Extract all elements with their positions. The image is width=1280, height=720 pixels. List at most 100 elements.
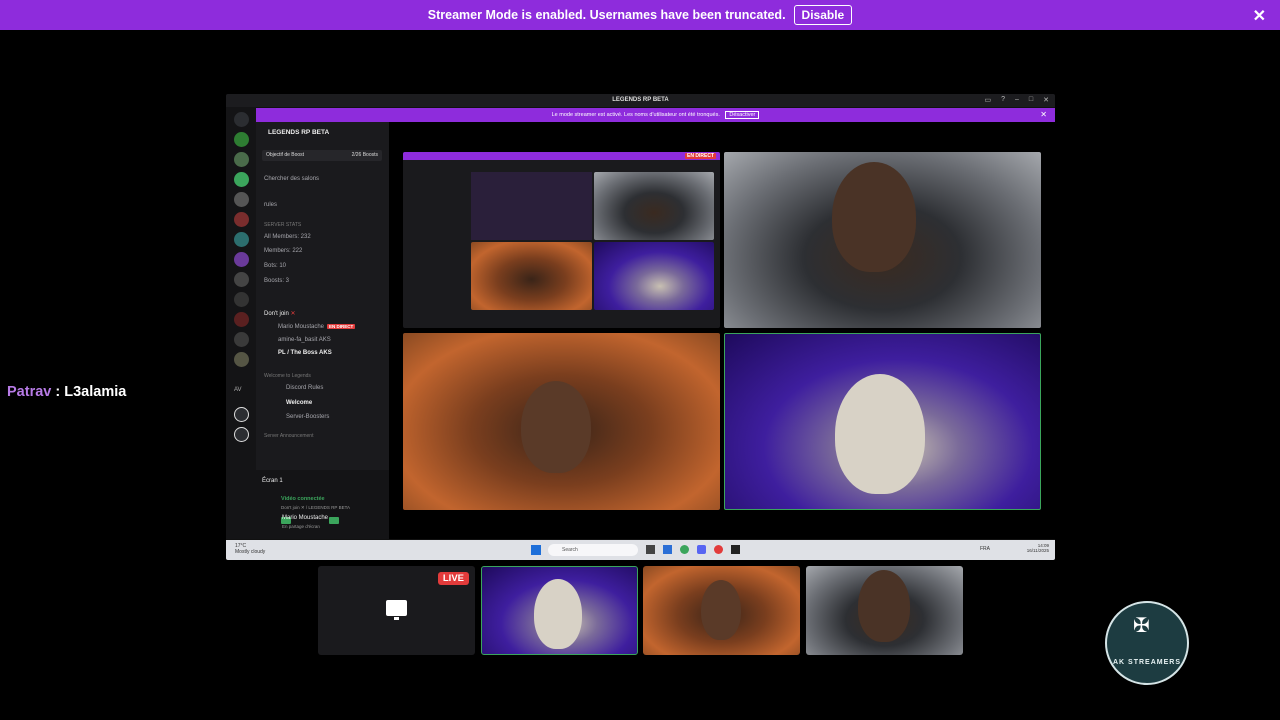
voice-member: amine-fa_basit AKS — [278, 337, 331, 343]
windows-taskbar: 17°C Mostly cloudy Search FRA 14:09 16/1… — [226, 540, 1055, 560]
voice-connected: Vidéo connectée — [281, 496, 325, 502]
channel-item: Discord Rules — [286, 385, 324, 391]
taskbar-search: Search — [548, 544, 638, 556]
screen-share-tile: EN DIRECT — [403, 152, 720, 328]
monitor-icon — [386, 600, 407, 620]
voice-member: Mario Moustache EN DIRECT — [278, 324, 356, 330]
nested-video — [594, 242, 714, 310]
maximize-icon: □ — [1028, 96, 1034, 103]
channel-category: SERVER STATS — [264, 222, 302, 228]
edge-icon — [663, 545, 672, 554]
guild-icon — [234, 352, 249, 367]
voice-panel: Écran 1 Vidéo connectée Don't join ✕ / L… — [256, 470, 389, 539]
nested-video — [594, 172, 714, 240]
discord-logo-icon — [234, 112, 249, 127]
close-icon: ✕ — [1043, 97, 1049, 104]
logo-text: AK STREAMERS — [1112, 659, 1181, 666]
boost-label: Objectif de Boost — [266, 152, 305, 158]
chat-text: L3alamia — [64, 384, 127, 400]
shared-screen[interactable]: LEGENDS RP BETA ▭ ? – □ ✕ Le mode stream… — [226, 94, 1055, 560]
channel-item: Welcome — [286, 400, 313, 406]
search-channels: Chercher des salons — [264, 176, 320, 182]
inner-banner-message: Le mode streamer est activé. Les noms d'… — [551, 112, 720, 118]
windows-start-icon — [531, 545, 541, 555]
camera-tile-speaking — [724, 333, 1041, 510]
window-title: LEGENDS RP BETA — [226, 94, 1055, 107]
taskbar-date: 16/11/2025 — [1026, 548, 1049, 553]
guild-label: AV — [234, 387, 242, 393]
channel-item: rules — [264, 202, 278, 208]
close-icon[interactable]: ✕ — [1253, 6, 1266, 26]
voice-member-name: PL / The Boss — [278, 350, 318, 356]
person — [521, 381, 591, 473]
thumbnail-camera[interactable] — [806, 566, 963, 655]
taskbar-clock: 14:09 16/11/2025 — [1027, 543, 1049, 553]
guild-icon — [234, 252, 249, 267]
channel-item: Members: 222 — [264, 248, 303, 254]
cross-icon: ✕ — [290, 311, 296, 317]
inner-streamer-banner: Le mode streamer est activé. Les noms d'… — [256, 108, 1055, 122]
guild-icon — [234, 172, 249, 187]
thumbnail-camera[interactable] — [643, 566, 800, 655]
voice-channel-name: Don't join — [264, 311, 289, 317]
taskbar-apps — [646, 545, 740, 554]
discord-icon — [697, 545, 706, 554]
explore-icon — [234, 427, 249, 442]
channel-item: Server-Boosters — [286, 414, 330, 420]
language-indicator: FRA — [980, 546, 990, 552]
person — [832, 162, 916, 272]
guild-icon — [234, 152, 249, 167]
member-tag: AKS — [318, 337, 331, 343]
guild-icon — [234, 232, 249, 247]
member-tag: AKS — [319, 350, 332, 356]
guild-icon — [234, 212, 249, 227]
task-view-icon — [646, 545, 655, 554]
help-icon: ? — [1001, 96, 1005, 103]
streamer-logo: ✠ AK STREAMERS — [1105, 601, 1189, 685]
voice-member: PL / The Boss AKS — [278, 350, 332, 356]
person — [858, 570, 910, 642]
chrome-icon — [680, 545, 689, 554]
streamer-mode-banner: Streamer Mode is enabled. Usernames have… — [0, 0, 1280, 30]
guild-icon — [234, 272, 249, 287]
chat-message: Patrav : L3alamia — [7, 384, 126, 400]
weather-desc: Mostly cloudy — [235, 549, 266, 555]
voice-location: Don't join ✕ / LEGENDS RP BETA — [281, 505, 350, 510]
inner-disable-button: Désactiver — [725, 111, 760, 119]
window-controls: ▭ ? – □ ✕ — [984, 96, 1049, 104]
app-icon — [714, 545, 723, 554]
user-name: Mario Moustache — [282, 515, 329, 521]
guild-icon — [234, 192, 249, 207]
live-badge: LIVE — [437, 572, 469, 585]
chat-username[interactable]: Patrav — [7, 384, 51, 400]
guild-rail: AV — [226, 107, 256, 539]
guild-icon — [234, 292, 249, 307]
screen-share-icon — [329, 517, 339, 524]
channel-sidebar: LEGENDS RP BETA Objectif de Boost 2/26 B… — [256, 122, 389, 539]
channel-category: Server Announcement — [264, 433, 314, 439]
screen-label: Écran 1 — [262, 478, 283, 484]
guild-icon — [234, 132, 249, 147]
disable-streamer-mode-button[interactable]: Disable — [793, 5, 853, 25]
streamer-mode-message: Streamer Mode is enabled. Usernames have… — [427, 8, 786, 22]
thumbnail-camera[interactable] — [481, 566, 638, 655]
add-server-icon — [234, 407, 249, 422]
thumbnail-screen-share[interactable]: LIVE — [318, 566, 475, 655]
app-icon — [731, 545, 740, 554]
boost-count: 2/26 Boosts — [351, 152, 378, 158]
nested-screen — [471, 172, 592, 240]
voice-channel: Don't join ✕ — [264, 310, 296, 317]
nested-live-badge: EN DIRECT — [685, 153, 716, 159]
channel-category: Welcome to Legends — [264, 373, 311, 379]
voice-member-name: amine-fa_basit — [278, 337, 318, 343]
channel-item: All Members: 232 — [264, 234, 311, 240]
eagle-icon: ✠ — [1133, 615, 1150, 637]
minimize-icon: – — [1014, 96, 1019, 103]
person — [701, 580, 741, 640]
server-name: LEGENDS RP BETA — [268, 129, 330, 136]
nested-video — [471, 242, 592, 310]
chat-separator: : — [51, 384, 65, 400]
camera-tile — [724, 152, 1041, 328]
channel-item: Boosts: 3 — [264, 278, 290, 284]
monitor-icon: ▭ — [984, 97, 992, 104]
